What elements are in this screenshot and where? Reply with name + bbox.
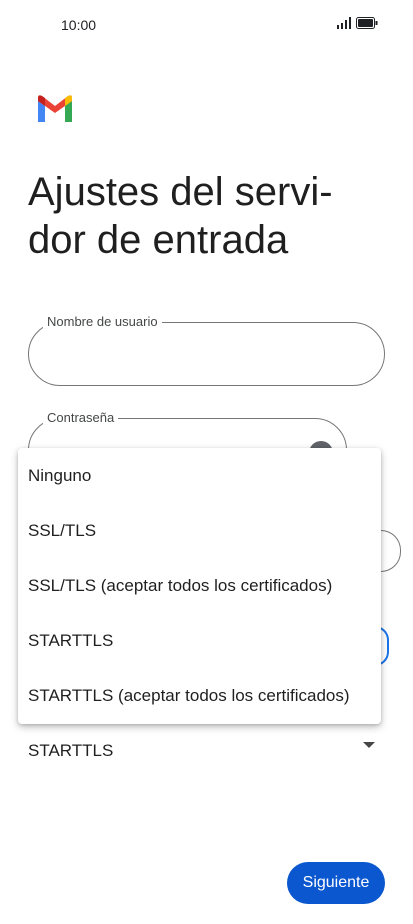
menu-item-ssl-tls-all-certs[interactable]: SSL/TLS (aceptar todos los certificados): [18, 558, 381, 613]
username-field[interactable]: Nombre de usuario: [28, 314, 385, 386]
security-type-value: STARTTLS: [28, 741, 114, 760]
username-label: Nombre de usuario: [43, 314, 162, 329]
status-icons: [337, 17, 378, 29]
next-button[interactable]: Siguiente: [287, 862, 385, 904]
menu-item-starttls[interactable]: STARTTLS: [18, 613, 381, 668]
menu-item-ninguno[interactable]: Ninguno: [18, 448, 381, 503]
battery-icon: [356, 17, 378, 29]
gmail-logo-icon: [38, 95, 72, 122]
security-type-select[interactable]: STARTTLS: [28, 738, 375, 764]
status-bar: 10:00: [0, 0, 413, 50]
page-title: Ajustes del servi- dor de entrada: [28, 170, 333, 262]
menu-item-ssl-tls[interactable]: SSL/TLS: [18, 503, 381, 558]
menu-item-starttls-all-certs[interactable]: STARTTLS (aceptar todos los certificados…: [18, 668, 381, 723]
security-type-menu: Ninguno SSL/TLS SSL/TLS (aceptar todos l…: [18, 448, 381, 724]
signal-icon: [337, 17, 351, 29]
status-time: 10:00: [61, 17, 97, 33]
password-label: Contraseña: [43, 410, 119, 425]
chevron-down-icon[interactable]: [363, 742, 375, 748]
